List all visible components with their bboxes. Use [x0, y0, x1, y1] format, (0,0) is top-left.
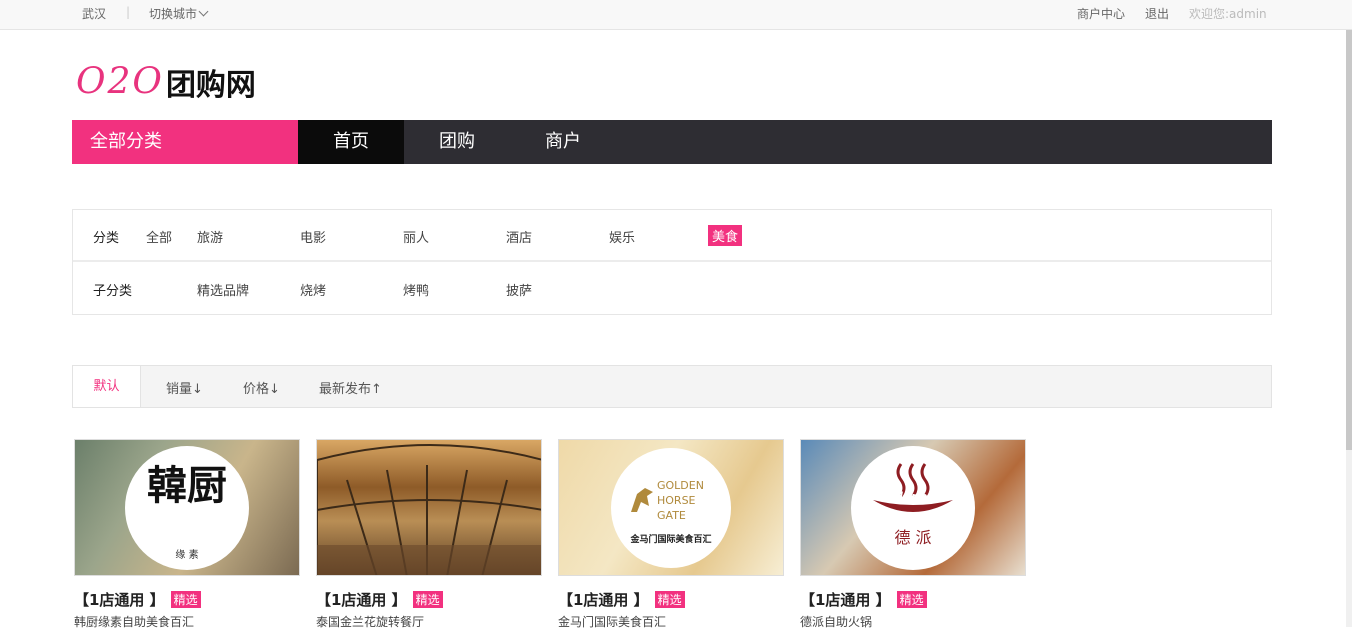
logo-name: 团购网 [165, 68, 256, 103]
product-title[interactable]: 【1店通用 】精选 [74, 589, 201, 610]
brand-logo-text: 韓厨 [147, 461, 227, 509]
logo-mark: O2O [76, 61, 164, 103]
product-image[interactable]: GOLDEN HORSE GATE 金马门国际美食百汇 [558, 439, 784, 576]
product-card[interactable]: depai 德 派 【1店通用 】精选 德派自助火锅 [800, 439, 1026, 629]
category-option-food[interactable]: 美食 [708, 225, 743, 246]
chevron-down-icon [198, 6, 209, 17]
category-row: 分类 全部 旅游 电影 丽人 酒店 娱乐 美食 [73, 210, 1271, 262]
scrollbar-thumb[interactable] [1346, 30, 1352, 450]
product-card[interactable]: 【1店通用 】精选 泰国金兰花旋转餐厅 [316, 439, 542, 629]
sort-newest[interactable]: 最新发布↑ [319, 378, 382, 397]
category-option-hotel[interactable]: 酒店 [506, 227, 532, 246]
subcategory-option-pizza[interactable]: 披萨 [506, 280, 532, 299]
sort-bar: 默认 销量↓ 价格↓ 最新发布↑ [72, 365, 1272, 408]
sort-sales[interactable]: 销量↓ [166, 378, 203, 397]
merchant-center-link[interactable]: 商户中心 [1077, 5, 1125, 22]
brand-logo-subtext: 金马门国际美食百汇 [630, 534, 712, 545]
switch-city-label: 切换城市 [149, 7, 198, 21]
product-description[interactable]: 泰国金兰花旋转餐厅 [316, 613, 424, 630]
brand-logo-subtext: 德 派 [894, 527, 932, 547]
subcategory-option-bbq[interactable]: 烧烤 [300, 280, 326, 299]
product-title[interactable]: 【1店通用 】精选 [316, 589, 443, 610]
subcategory-row: 子分类 精选品牌 烧烤 烤鸭 披萨 [73, 263, 1271, 315]
divider: | [126, 5, 131, 19]
product-image[interactable]: 韓厨 缘 素 [74, 439, 300, 576]
category-label: 分类 [93, 231, 120, 246]
all-categories-button[interactable]: 全部分类 [72, 120, 298, 164]
current-city: 武汉 [82, 7, 107, 21]
restaurant-photo [317, 444, 541, 575]
category-option-entertainment[interactable]: 娱乐 [609, 227, 635, 246]
main-nav: 全部分类 首页 团购 商户 [72, 120, 1272, 164]
subcategory-option-roast-duck[interactable]: 烤鸭 [403, 280, 429, 299]
top-bar: 武汉 | 切换城市 商户中心 退出 欢迎您:admin [0, 0, 1352, 30]
category-option-beauty[interactable]: 丽人 [403, 227, 429, 246]
switch-city-link[interactable]: 切换城市 [149, 5, 209, 22]
site-logo[interactable]: O2O团购网 [76, 60, 256, 104]
product-description[interactable]: 金马门国际美食百汇 [558, 613, 666, 630]
sort-default[interactable]: 默认 [73, 366, 141, 407]
logout-link[interactable]: 退出 [1145, 5, 1169, 22]
featured-badge: 精选 [896, 591, 927, 608]
product-title[interactable]: 【1店通用 】精选 [558, 589, 685, 610]
category-option-movie[interactable]: 电影 [300, 227, 326, 246]
brand-logo: 韓厨 缘 素 [125, 445, 249, 570]
product-description[interactable]: 韩厨缘素自助美食百汇 [74, 613, 194, 630]
product-card[interactable]: GOLDEN HORSE GATE 金马门国际美食百汇 【1店通用 】精选 金马… [558, 439, 784, 629]
brand-logo: depai 德 派 [851, 445, 975, 570]
nav-item-merchant[interactable]: 商户 [510, 120, 616, 164]
featured-badge: 精选 [412, 591, 443, 608]
welcome-text: 欢迎您:admin [1189, 7, 1267, 21]
featured-badge: 精选 [170, 591, 201, 608]
subcategory-label: 子分类 [93, 284, 133, 299]
subcategory-option-brand[interactable]: 精选品牌 [197, 280, 249, 299]
brand-logo: GOLDEN HORSE GATE 金马门国际美食百汇 [611, 447, 731, 568]
page-scrollbar[interactable] [1346, 30, 1352, 627]
category-option-travel[interactable]: 旅游 [197, 227, 223, 246]
product-title-text: 【1店通用 】 [800, 591, 891, 609]
product-card[interactable]: 韓厨 缘 素 【1店通用 】精选 韩厨缘素自助美食百汇 [74, 439, 300, 629]
product-description[interactable]: 德派自助火锅 [800, 613, 872, 630]
product-image[interactable]: depai 德 派 [800, 439, 1026, 576]
nav-item-home[interactable]: 首页 [298, 120, 404, 164]
nav-item-groupbuy[interactable]: 团购 [404, 120, 510, 164]
brand-logo-subtext: 缘 素 [175, 549, 199, 561]
product-title[interactable]: 【1店通用 】精选 [800, 589, 927, 610]
product-image[interactable] [316, 439, 542, 576]
horse-icon [631, 487, 653, 512]
steam-bowl-icon [873, 462, 953, 512]
product-title-text: 【1店通用 】 [558, 591, 649, 609]
featured-badge: 精选 [654, 591, 685, 608]
sort-price[interactable]: 价格↓ [243, 378, 280, 397]
product-title-text: 【1店通用 】 [74, 591, 165, 609]
brand-logo-text: depai [894, 489, 932, 504]
product-title-text: 【1店通用 】 [316, 591, 407, 609]
category-option-all[interactable]: 全部 [146, 227, 172, 246]
filter-panel: 分类 全部 旅游 电影 丽人 酒店 娱乐 美食 子分类 精选品牌 烧烤 烤鸭 披… [72, 209, 1272, 315]
